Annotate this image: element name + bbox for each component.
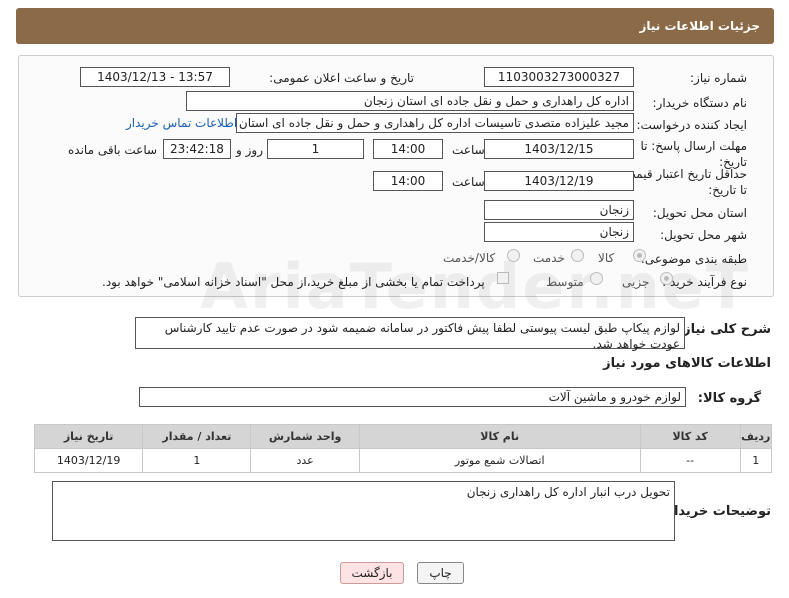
remaining-time-label: ساعت باقی مانده	[68, 143, 158, 157]
buyer-notes-textarea[interactable]: تحویل درب انبار اداره کل راهداری زنجان	[52, 481, 675, 541]
process-medium-label: متوسط	[546, 275, 584, 289]
remaining-time-field[interactable]: 23:42:18	[163, 139, 231, 159]
cell-code: --	[639, 448, 741, 473]
cell-row-num: 1	[739, 448, 773, 473]
buyer-notes-label: توضیحات خریدار:	[661, 504, 771, 519]
col-header-row-num: ردیف	[739, 424, 773, 449]
category-goods-radio[interactable]	[633, 249, 646, 262]
process-partial-radio[interactable]	[660, 272, 673, 285]
cell-need-date: 1403/12/19	[33, 448, 144, 473]
price-date-field[interactable]: 1403/12/19	[484, 171, 634, 191]
col-header-code: کد کالا	[639, 424, 741, 449]
cell-quantity: 1	[142, 448, 252, 473]
category-goods-label: کالا	[598, 251, 615, 265]
announce-date-field[interactable]: 1403/12/13 - 13:57	[80, 67, 230, 87]
creator-label: ایجاد کننده درخواست:	[636, 118, 747, 132]
col-header-name: نام کالا	[358, 424, 641, 449]
province-field[interactable]: زنجان	[484, 200, 634, 220]
category-goods-service-radio[interactable]	[507, 249, 520, 262]
reply-date-field[interactable]: 1403/12/15	[484, 139, 634, 159]
cell-unit: عدد	[250, 448, 360, 473]
buyer-contact-link[interactable]: اطلاعات تماس خریدار	[126, 116, 237, 130]
category-service-radio[interactable]	[571, 249, 584, 262]
treasury-payment-note: پرداخت تمام یا بخشی از مبلغ خرید،از محل …	[102, 275, 485, 289]
goods-group-label: گروه کالا:	[697, 391, 761, 406]
days-field[interactable]: 1	[267, 139, 364, 159]
category-service-label: خدمت	[533, 251, 565, 265]
col-header-need-date: تاریخ نیاز	[33, 424, 144, 449]
reply-time-label: ساعت	[452, 143, 485, 157]
table-header-row: ردیف کد کالا نام کالا واحد شمارش تعداد /…	[33, 424, 773, 449]
process-partial-label: جزیی	[622, 275, 650, 289]
page-title: جزئیات اطلاعات نیاز	[639, 19, 760, 33]
need-number-label: شماره نیاز:	[690, 71, 747, 85]
description-textarea[interactable]: لوازم پیکاپ طبق لیست پیوستی لطفا پیش فاک…	[135, 317, 685, 351]
description-label: شرح کلی نیاز:	[677, 322, 771, 337]
col-header-quantity: تعداد / مقدار	[142, 424, 252, 449]
goods-group-field[interactable]: لوازم خودرو و ماشین آلات	[139, 387, 686, 407]
table-row[interactable]: 1 -- اتصالات شمع موتور عدد 1 1403/12/19	[33, 448, 773, 473]
city-field[interactable]: زنجان	[484, 222, 634, 242]
category-label: طبقه بندی موضوعی:	[640, 252, 747, 266]
print-button[interactable]: چاپ	[417, 562, 464, 584]
category-goods-service-label: کالا/خدمت	[443, 251, 496, 265]
process-medium-radio[interactable]	[590, 272, 603, 285]
need-number-field[interactable]: 1103003273000327	[484, 67, 634, 87]
goods-table: ردیف کد کالا نام کالا واحد شمارش تعداد /…	[33, 424, 773, 473]
col-header-unit: واحد شمارش	[250, 424, 360, 449]
reply-time-field[interactable]: 14:00	[373, 139, 443, 159]
process-type-label: نوع فرآیند خرید :	[662, 275, 747, 289]
goods-info-title: اطلاعات کالاهای مورد نیاز	[603, 356, 771, 371]
price-validity-label: حداقل تاریخ اعتبار قیمت: تا تاریخ:	[620, 167, 747, 197]
province-label: استان محل تحویل:	[652, 206, 747, 220]
price-time-label: ساعت	[452, 175, 485, 189]
days-label: روز و	[236, 143, 263, 157]
cell-name: اتصالات شمع موتور	[358, 448, 641, 473]
back-button[interactable]: بازگشت	[340, 562, 404, 584]
page-header: جزئیات اطلاعات نیاز	[16, 8, 774, 44]
city-label: شهر محل تحویل:	[660, 228, 747, 242]
creator-field[interactable]: مجید علیزاده متصدی تاسیسات اداره کل راهد…	[236, 113, 634, 133]
treasury-payment-checkbox[interactable]	[497, 272, 509, 284]
price-time-field[interactable]: 14:00	[373, 171, 443, 191]
buyer-org-field[interactable]: اداره کل راهداری و حمل و نقل جاده ای است…	[186, 91, 634, 111]
announce-date-label: تاریخ و ساعت اعلان عمومی:	[269, 71, 414, 85]
buyer-org-label: نام دستگاه خریدار:	[652, 96, 748, 110]
